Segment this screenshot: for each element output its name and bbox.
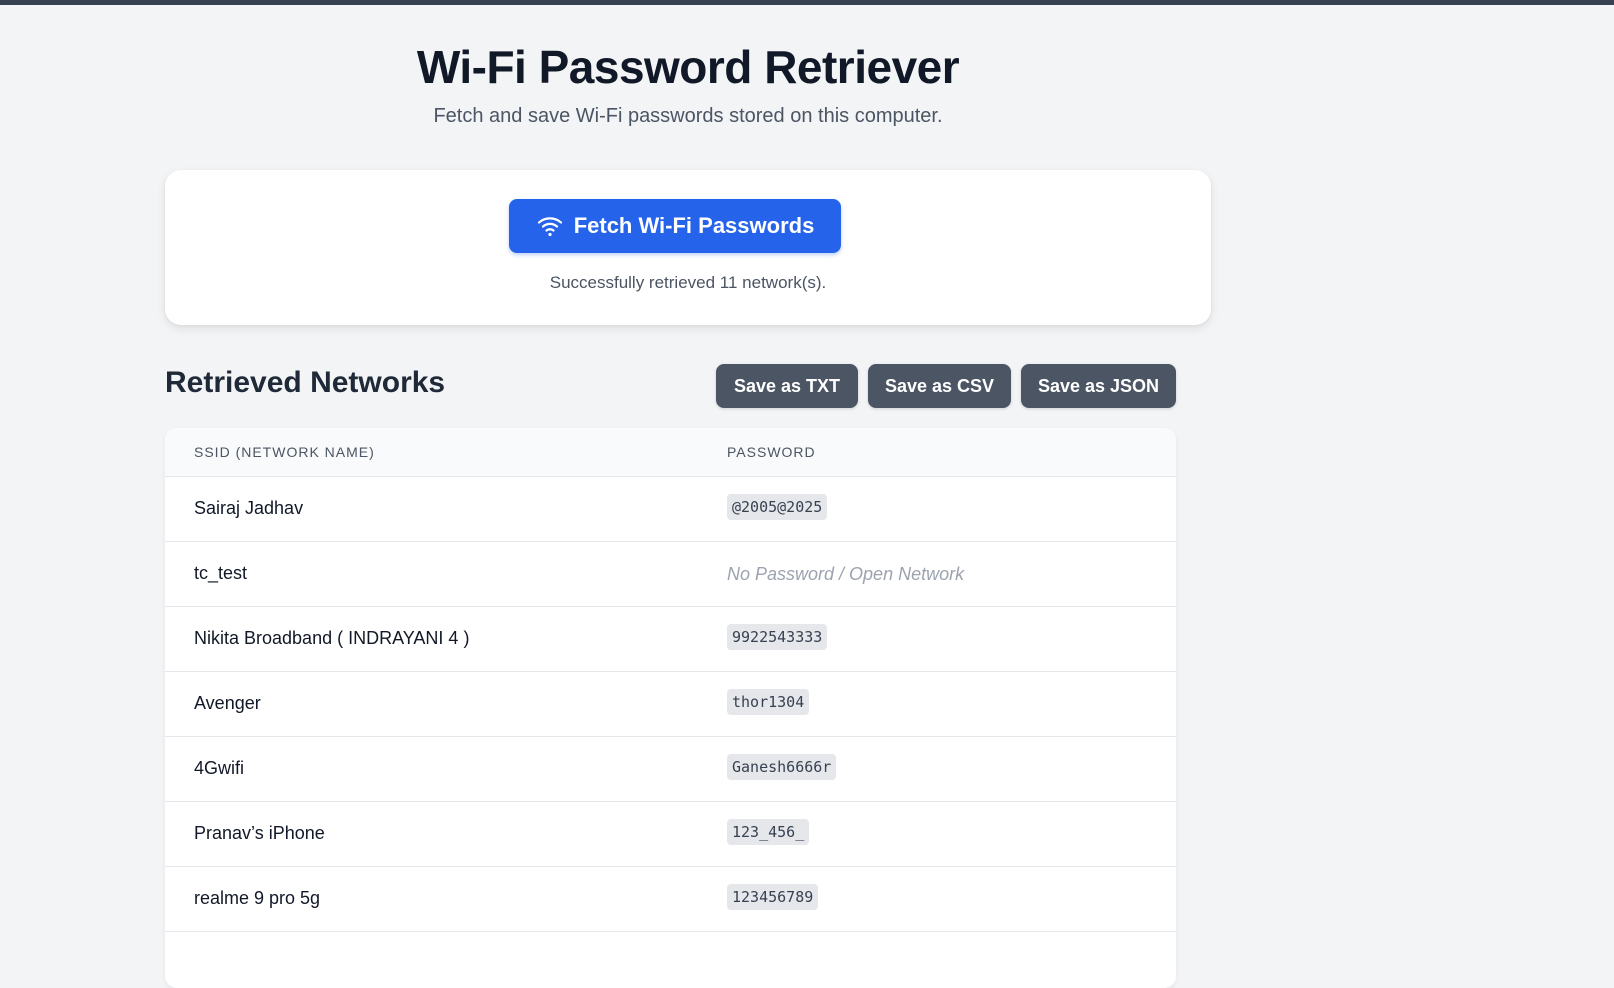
password-value: Ganesh6666r (727, 754, 837, 780)
ssid-cell: Pranav’s iPhone (194, 823, 325, 843)
password-cell: 9922543333 (727, 624, 828, 650)
password-value: thor1304 (727, 689, 810, 715)
table-row: Sairaj Jadhav @2005@2025 (165, 477, 1176, 542)
top-bar (0, 0, 1614, 5)
table-row: 4Gwifi Ganesh6666r (165, 737, 1176, 802)
page-title: Wi-Fi Password Retriever (416, 41, 960, 93)
ssid-cell: Avenger (194, 693, 261, 713)
save-txt-button[interactable]: Save as TXT (716, 364, 858, 408)
password-cell: 123_456_ (727, 819, 810, 845)
page-subtitle: Fetch and save Wi-Fi passwords stored on… (433, 105, 943, 127)
password-value: 123_456_ (727, 819, 810, 845)
password-cell: @2005@2025 (727, 494, 828, 520)
table-row: Pranav’s iPhone 123_456_ (165, 802, 1176, 867)
ssid-cell: tc_test (194, 563, 248, 583)
password-cell: Ganesh6666r (727, 754, 837, 780)
table-row (165, 932, 1176, 988)
password-value: 9922543333 (727, 624, 828, 650)
open-network-label: No Password / Open Network (727, 564, 965, 584)
status-message: Successfully retrieved 11 network(s). (549, 273, 827, 292)
save-csv-button[interactable]: Save as CSV (868, 364, 1011, 408)
section-title: Retrieved Networks (165, 366, 446, 399)
ssid-cell: Nikita Broadband ( INDRAYANI 4 ) (194, 628, 470, 648)
password-cell: No Password / Open Network (727, 559, 964, 585)
password-cell: 123456789 (727, 884, 819, 910)
password-value: 123456789 (727, 884, 819, 910)
table-row: tc_test No Password / Open Network (165, 542, 1176, 607)
password-value: @2005@2025 (727, 494, 828, 520)
ssid-cell: Sairaj Jadhav (194, 498, 304, 518)
save-json-button[interactable]: Save as JSON (1021, 364, 1176, 408)
ssid-cell: realme 9 pro 5g (194, 888, 321, 908)
fetch-card: Fetch Wi-Fi Passwords Successfully retri… (165, 170, 1211, 325)
networks-table: SSID (NETWORK NAME) PASSWORD Sairaj Jadh… (165, 428, 1176, 988)
table-row: realme 9 pro 5g 123456789 (165, 867, 1176, 932)
wifi-icon (536, 212, 564, 240)
column-header-ssid: SSID (NETWORK NAME) (194, 444, 375, 460)
ssid-cell: 4Gwifi (194, 758, 245, 778)
table-row: Nikita Broadband ( INDRAYANI 4 ) 99225433… (165, 607, 1176, 672)
table-header: SSID (NETWORK NAME) PASSWORD (165, 428, 1176, 477)
fetch-passwords-button[interactable]: Fetch Wi-Fi Passwords (509, 199, 841, 253)
column-header-password: PASSWORD (727, 444, 816, 460)
fetch-button-label: Fetch Wi-Fi Passwords (573, 213, 815, 238)
password-cell: thor1304 (727, 689, 810, 715)
table-row: Avenger thor1304 (165, 672, 1176, 737)
